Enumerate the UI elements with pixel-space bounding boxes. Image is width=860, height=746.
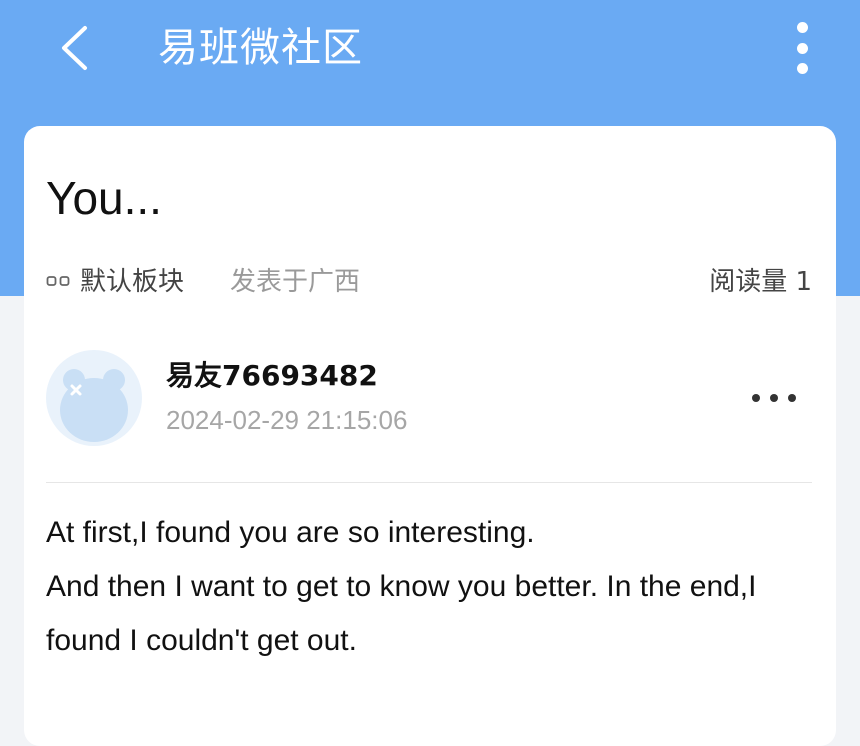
author-name[interactable]: 易友76693482 <box>166 358 378 394</box>
author-avatar[interactable] <box>46 350 142 446</box>
post-card: You... 默认板块 发表于广西 阅读量 1 易友76693482 2024-… <box>24 126 836 746</box>
post-more-button[interactable] <box>752 388 796 408</box>
more-options-button[interactable] <box>780 22 824 74</box>
divider <box>46 482 812 483</box>
post-timestamp: 2024-02-29 21:15:06 <box>166 405 408 435</box>
app-title: 易班微社区 <box>158 25 363 71</box>
board-icon <box>46 276 70 286</box>
more-vertical-icon-dot <box>796 42 808 54</box>
post-body: At first,I found you are so interesting.… <box>46 506 812 668</box>
board-name[interactable]: 默认板块 <box>80 264 184 300</box>
post-location: 发表于广西 <box>230 267 361 297</box>
top-bar: 易班微社区 <box>0 0 860 96</box>
more-vertical-icon-dot <box>796 22 808 33</box>
bear-avatar-icon <box>60 369 128 442</box>
back-button[interactable] <box>44 18 104 78</box>
more-horizontal-icon-dot <box>770 394 778 402</box>
chevron-left-icon <box>62 26 87 70</box>
post-meta-row: 默认板块 发表于广西 阅读量 1 <box>46 264 812 300</box>
more-horizontal-icon-dot <box>788 394 796 402</box>
read-count: 阅读量 1 <box>709 267 812 297</box>
post-body-line: And then I want to get to know you bette… <box>46 570 757 657</box>
post-body-line: At first,I found you are so interesting. <box>46 516 535 549</box>
more-vertical-icon-dot <box>796 63 808 74</box>
more-horizontal-icon-dot <box>752 394 760 402</box>
post-title: You... <box>46 172 162 224</box>
